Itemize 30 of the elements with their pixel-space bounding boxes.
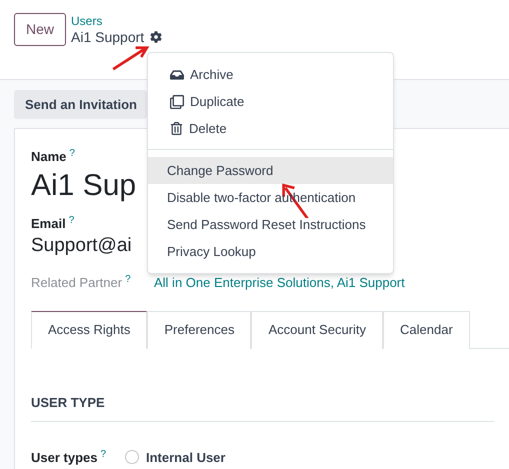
tab[interactable]: Access Rights	[31, 310, 148, 348]
help-mark[interactable]: ?	[68, 214, 74, 226]
help-mark[interactable]: ?	[100, 448, 106, 460]
radio-button[interactable]	[125, 450, 139, 464]
tab[interactable]: Account Security	[251, 310, 384, 348]
menu-item[interactable]: Send Password Reset Instructions	[148, 211, 393, 238]
menu-item[interactable]: Duplicate	[148, 88, 393, 115]
new-button[interactable]: New	[14, 13, 66, 46]
trash-icon	[170, 122, 183, 135]
tab[interactable]: Calendar	[383, 310, 470, 348]
menu-item[interactable]: Change Password	[148, 157, 393, 184]
name-value: Ai1 Sup	[31, 168, 136, 204]
section-title: USER TYPE	[31, 394, 105, 410]
settings-icon[interactable]	[150, 31, 162, 43]
breadcrumb-link[interactable]: Users	[71, 14, 162, 28]
field-label: User types $^{?}$	[31, 448, 108, 467]
invitation-button[interactable]: Send an Invitation	[14, 90, 147, 119]
copy-icon	[170, 94, 184, 108]
email-value: Support@ai	[31, 234, 132, 258]
menu-item[interactable]: Archive	[148, 61, 393, 88]
inbox-icon	[170, 68, 184, 82]
radio-label: Internal User	[146, 448, 226, 466]
help-mark[interactable]: ?	[69, 148, 75, 159]
field-label: Related Partner $^{?}$	[31, 273, 132, 292]
help-mark[interactable]: ?	[125, 274, 131, 285]
partner-link[interactable]: All in One Enterprise Solutions, Ai1 Support	[154, 273, 405, 292]
record-title: Ai1 Support	[71, 28, 144, 46]
menu-item[interactable]: Privacy Lookup	[148, 238, 393, 265]
menu-item[interactable]: Delete	[148, 115, 393, 142]
tab[interactable]: Preferences	[147, 310, 252, 348]
